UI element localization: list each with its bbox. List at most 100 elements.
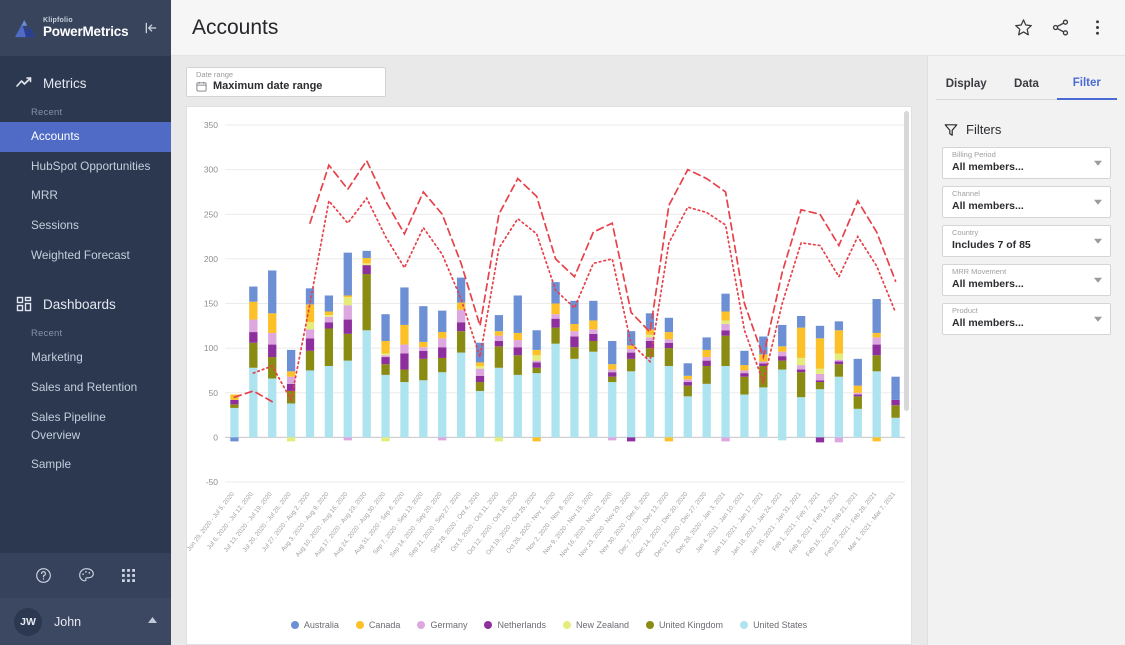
bar-segment[interactable]: [646, 335, 654, 338]
bar-segment[interactable]: [589, 301, 597, 321]
bar-segment[interactable]: [721, 324, 729, 330]
bar-segment-negative[interactable]: [533, 437, 541, 441]
bar-segment-negative[interactable]: [344, 437, 352, 440]
filter-billing-period[interactable]: Billing Period All members...: [942, 147, 1111, 179]
bar-segment[interactable]: [608, 364, 616, 369]
bar-segment[interactable]: [570, 359, 578, 438]
bar-segment[interactable]: [891, 418, 899, 438]
bar-segment[interactable]: [533, 373, 541, 437]
bar-segment[interactable]: [721, 366, 729, 437]
bar-segment[interactable]: [854, 396, 862, 409]
bar-segment[interactable]: [344, 320, 352, 334]
sidebar-item-accounts[interactable]: Accounts: [0, 122, 171, 152]
bar-segment[interactable]: [873, 299, 881, 333]
bar-segment[interactable]: [495, 331, 503, 335]
bar-segment[interactable]: [570, 331, 578, 336]
bar-segment[interactable]: [306, 329, 314, 338]
bar-segment[interactable]: [721, 330, 729, 335]
bar-segment[interactable]: [627, 349, 635, 353]
bar-segment[interactable]: [419, 359, 427, 380]
bar-segment[interactable]: [419, 347, 427, 351]
bar-segment[interactable]: [306, 351, 314, 371]
bar-segment[interactable]: [400, 345, 408, 354]
bar-segment[interactable]: [703, 361, 711, 366]
bar-segment[interactable]: [891, 405, 899, 418]
bar-segment[interactable]: [627, 331, 635, 345]
bar-segment[interactable]: [438, 338, 446, 347]
sidebar-section-dashboards[interactable]: Dashboards: [0, 287, 171, 321]
bar-segment[interactable]: [287, 350, 295, 371]
bar-segment[interactable]: [797, 328, 805, 358]
bar-segment[interactable]: [740, 373, 748, 377]
bar-segment[interactable]: [703, 350, 711, 357]
bar-segment[interactable]: [419, 351, 427, 359]
bar-segment[interactable]: [551, 319, 559, 328]
legend-item[interactable]: Germany: [417, 620, 467, 630]
bar-segment[interactable]: [325, 366, 333, 437]
bar-segment[interactable]: [684, 379, 692, 382]
bar-segment[interactable]: [778, 325, 786, 346]
bar-segment[interactable]: [665, 318, 673, 332]
bar-segment[interactable]: [514, 355, 522, 375]
bar-segment[interactable]: [268, 345, 276, 358]
bar-segment[interactable]: [344, 297, 352, 305]
star-icon[interactable]: [1014, 18, 1033, 37]
filter-mrr-movement[interactable]: MRR Movement All members...: [942, 264, 1111, 296]
bar-segment[interactable]: [627, 359, 635, 372]
bar-segment[interactable]: [835, 377, 843, 438]
sidebar-item-sales-and-retention[interactable]: Sales and Retention: [0, 373, 171, 403]
bar-segment[interactable]: [608, 377, 616, 382]
bar-segment-negative[interactable]: [873, 437, 881, 441]
bar-segment[interactable]: [703, 384, 711, 438]
bar-segment[interactable]: [495, 368, 503, 438]
bar-segment[interactable]: [419, 380, 427, 437]
bar-segment[interactable]: [249, 332, 257, 343]
bar-segment[interactable]: [854, 395, 862, 397]
bar-segment[interactable]: [363, 265, 371, 274]
bar-segment-negative[interactable]: [778, 437, 786, 440]
bar-segment[interactable]: [873, 333, 881, 337]
bar-segment[interactable]: [268, 378, 276, 437]
bar-segment[interactable]: [400, 287, 408, 324]
bar-segment[interactable]: [249, 302, 257, 320]
bar-segment[interactable]: [835, 362, 843, 365]
bar-segment[interactable]: [891, 400, 899, 405]
bar-segment[interactable]: [778, 352, 786, 356]
bar-segment[interactable]: [514, 375, 522, 437]
tab-display[interactable]: Display: [936, 78, 996, 100]
bar-segment-negative[interactable]: [627, 437, 635, 441]
bar-segment[interactable]: [325, 328, 333, 365]
bar-segment[interactable]: [514, 340, 522, 347]
bar-segment[interactable]: [778, 346, 786, 351]
brand-logo[interactable]: Klipfolio PowerMetrics: [0, 0, 171, 56]
bar-segment[interactable]: [684, 376, 692, 380]
bar-segment-negative[interactable]: [495, 437, 503, 441]
bar-segment[interactable]: [419, 306, 427, 342]
bar-segment[interactable]: [797, 358, 805, 365]
bar-segment[interactable]: [835, 353, 843, 359]
bar-segment[interactable]: [533, 355, 541, 360]
bar-segment[interactable]: [514, 295, 522, 332]
bar-segment[interactable]: [740, 395, 748, 438]
bar-segment[interactable]: [400, 382, 408, 437]
bar-segment[interactable]: [684, 396, 692, 437]
bar-segment[interactable]: [249, 368, 257, 438]
bar-segment[interactable]: [249, 343, 257, 368]
collapse-panel-icon[interactable]: [144, 21, 159, 36]
bar-segment[interactable]: [835, 321, 843, 330]
bar-segment[interactable]: [589, 334, 597, 341]
sidebar-item-hubspot-opportunities[interactable]: HubSpot Opportunities: [0, 152, 171, 182]
bar-segment[interactable]: [570, 301, 578, 324]
bar-segment[interactable]: [835, 364, 843, 377]
bar-segment[interactable]: [325, 317, 333, 322]
bar-segment[interactable]: [891, 377, 899, 400]
bar-segment[interactable]: [684, 382, 692, 386]
bar-segment[interactable]: [344, 295, 352, 297]
bar-segment[interactable]: [457, 310, 465, 323]
bar-segment[interactable]: [363, 330, 371, 437]
bar-segment[interactable]: [344, 253, 352, 296]
bar-segment[interactable]: [287, 403, 295, 437]
bar-segment[interactable]: [684, 386, 692, 397]
bar-segment[interactable]: [400, 325, 408, 345]
bar-segment[interactable]: [457, 331, 465, 352]
